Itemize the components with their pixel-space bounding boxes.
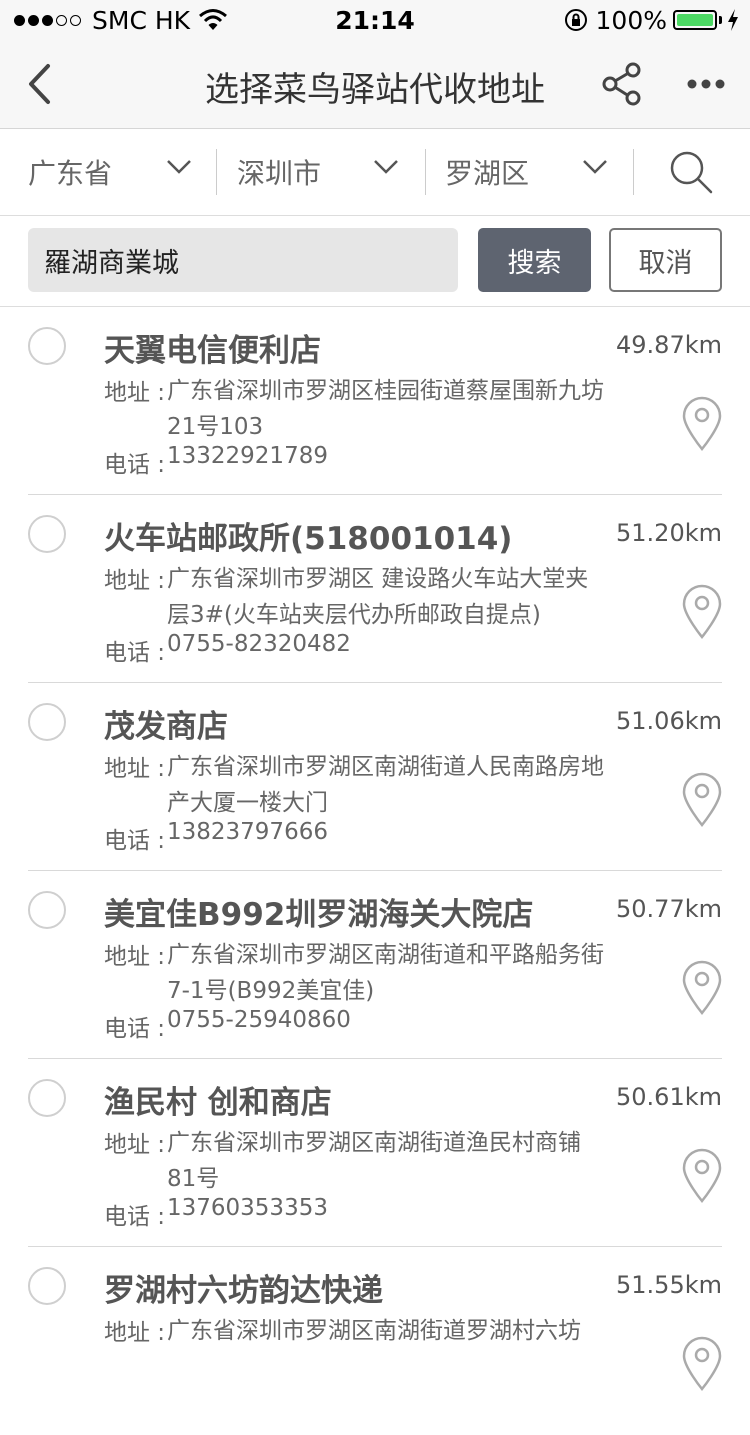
station-name: 美宜佳B992圳罗湖海关大院店 [104,897,534,933]
address-label: 地址 : [104,756,166,782]
list-item[interactable]: 美宜佳B992圳罗湖海关大院店 50.77km 地址 : 广东省深圳市罗湖区南湖… [0,871,750,1059]
chevron-down-icon [583,160,607,174]
city-dropdown[interactable]: 深圳市 [237,129,407,215]
search-row: 搜索 取消 [0,216,750,307]
select-radio[interactable] [28,1079,66,1117]
cancel-button[interactable]: 取消 [609,228,722,292]
map-pin-icon[interactable] [680,1335,724,1391]
address-label: 地址 : [104,1132,166,1158]
chevron-down-icon [167,160,191,174]
phone-label: 电话 : [104,1204,166,1230]
city-label: 深圳市 [237,157,322,190]
region-filter-bar: 广东省 深圳市 罗湖区 [0,129,750,216]
divider [216,149,217,195]
district-dropdown[interactable]: 罗湖区 [445,129,615,215]
map-pin-icon[interactable] [680,395,724,451]
status-bar: SMC HK 21:14 100% [0,0,750,40]
more-options-icon[interactable] [684,68,728,100]
station-list: 天翼电信便利店 49.87km 地址 : 广东省深圳市罗湖区桂园街道蔡屋围新九坊… [0,307,750,1435]
divider [425,149,426,195]
search-icon[interactable] [668,149,714,195]
orientation-lock-icon [564,9,587,31]
battery-icon [673,10,717,30]
station-address: 广东省深圳市罗湖区南湖街道和平路船务街7-1号(B992美宜佳) [167,942,604,1004]
search-button[interactable]: 搜索 [478,228,591,292]
phone-label: 电话 : [104,1016,166,1042]
phone-label: 电话 : [104,828,166,854]
station-address: 广东省深圳市罗湖区南湖街道人民南路房地产大厦一楼大门 [167,754,604,816]
province-label: 广东省 [28,157,113,190]
charging-bolt-icon [728,9,738,31]
station-phone: 13760353353 [167,1195,328,1221]
station-distance: 49.87km [616,331,722,359]
station-distance: 51.20km [616,519,722,547]
list-item[interactable]: 渔民村 创和商店 50.61km 地址 : 广东省深圳市罗湖区南湖街道渔民村商铺… [0,1059,750,1247]
station-name: 罗湖村六坊韵达快递 [104,1273,383,1309]
navigation-bar: 选择菜鸟驿站代收地址 [0,40,750,129]
station-distance: 51.55km [616,1271,722,1299]
station-distance: 50.77km [616,895,722,923]
map-pin-icon[interactable] [680,771,724,827]
district-label: 罗湖区 [445,157,530,190]
station-name: 渔民村 创和商店 [104,1085,332,1121]
select-radio[interactable] [28,891,66,929]
station-phone: 0755-25940860 [167,1007,351,1033]
address-label: 地址 : [104,380,166,406]
phone-label: 电话 : [104,452,166,478]
status-right: 100% [564,5,740,35]
divider [633,149,634,195]
station-name: 天翼电信便利店 [104,333,321,369]
share-icon[interactable] [600,62,644,106]
station-name: 火车站邮政所(518001014) [104,521,513,557]
address-label: 地址 : [104,1320,166,1346]
map-pin-icon[interactable] [680,1147,724,1203]
province-dropdown[interactable]: 广东省 [28,129,198,215]
station-distance: 50.61km [616,1083,722,1111]
search-input[interactable] [28,228,458,292]
battery-tip [719,16,722,24]
list-item[interactable]: 茂发商店 51.06km 地址 : 广东省深圳市罗湖区南湖街道人民南路房地产大厦… [0,683,750,871]
phone-label: 电话 : [104,640,166,666]
map-pin-icon[interactable] [680,959,724,1015]
station-phone: 13823797666 [167,819,328,845]
select-radio[interactable] [28,703,66,741]
map-pin-icon[interactable] [680,583,724,639]
list-item[interactable]: 火车站邮政所(518001014) 51.20km 地址 : 广东省深圳市罗湖区… [0,495,750,683]
station-phone: 0755-82320482 [167,631,351,657]
station-address: 广东省深圳市罗湖区南湖街道渔民村商铺81号 [167,1130,581,1192]
select-radio[interactable] [28,515,66,553]
station-name: 茂发商店 [104,709,228,745]
list-item[interactable]: 罗湖村六坊韵达快递 51.55km 地址 : 广东省深圳市罗湖区南湖街道罗湖村六… [0,1247,750,1435]
station-distance: 51.06km [616,707,722,735]
station-address: 广东省深圳市罗湖区 建设路火车站大堂夹层3#(火车站夹层代办所邮政自提点) [167,566,589,628]
chevron-down-icon [374,160,398,174]
list-item[interactable]: 天翼电信便利店 49.87km 地址 : 广东省深圳市罗湖区桂园街道蔡屋围新九坊… [0,307,750,495]
address-label: 地址 : [104,568,166,594]
address-label: 地址 : [104,944,166,970]
station-address: 广东省深圳市罗湖区桂园街道蔡屋围新九坊21号103 [167,378,604,440]
select-radio[interactable] [28,327,66,365]
select-radio[interactable] [28,1267,66,1305]
station-address: 广东省深圳市罗湖区南湖街道罗湖村六坊 [167,1318,581,1344]
station-phone: 13322921789 [167,443,328,469]
battery-percent: 100% [595,5,667,35]
